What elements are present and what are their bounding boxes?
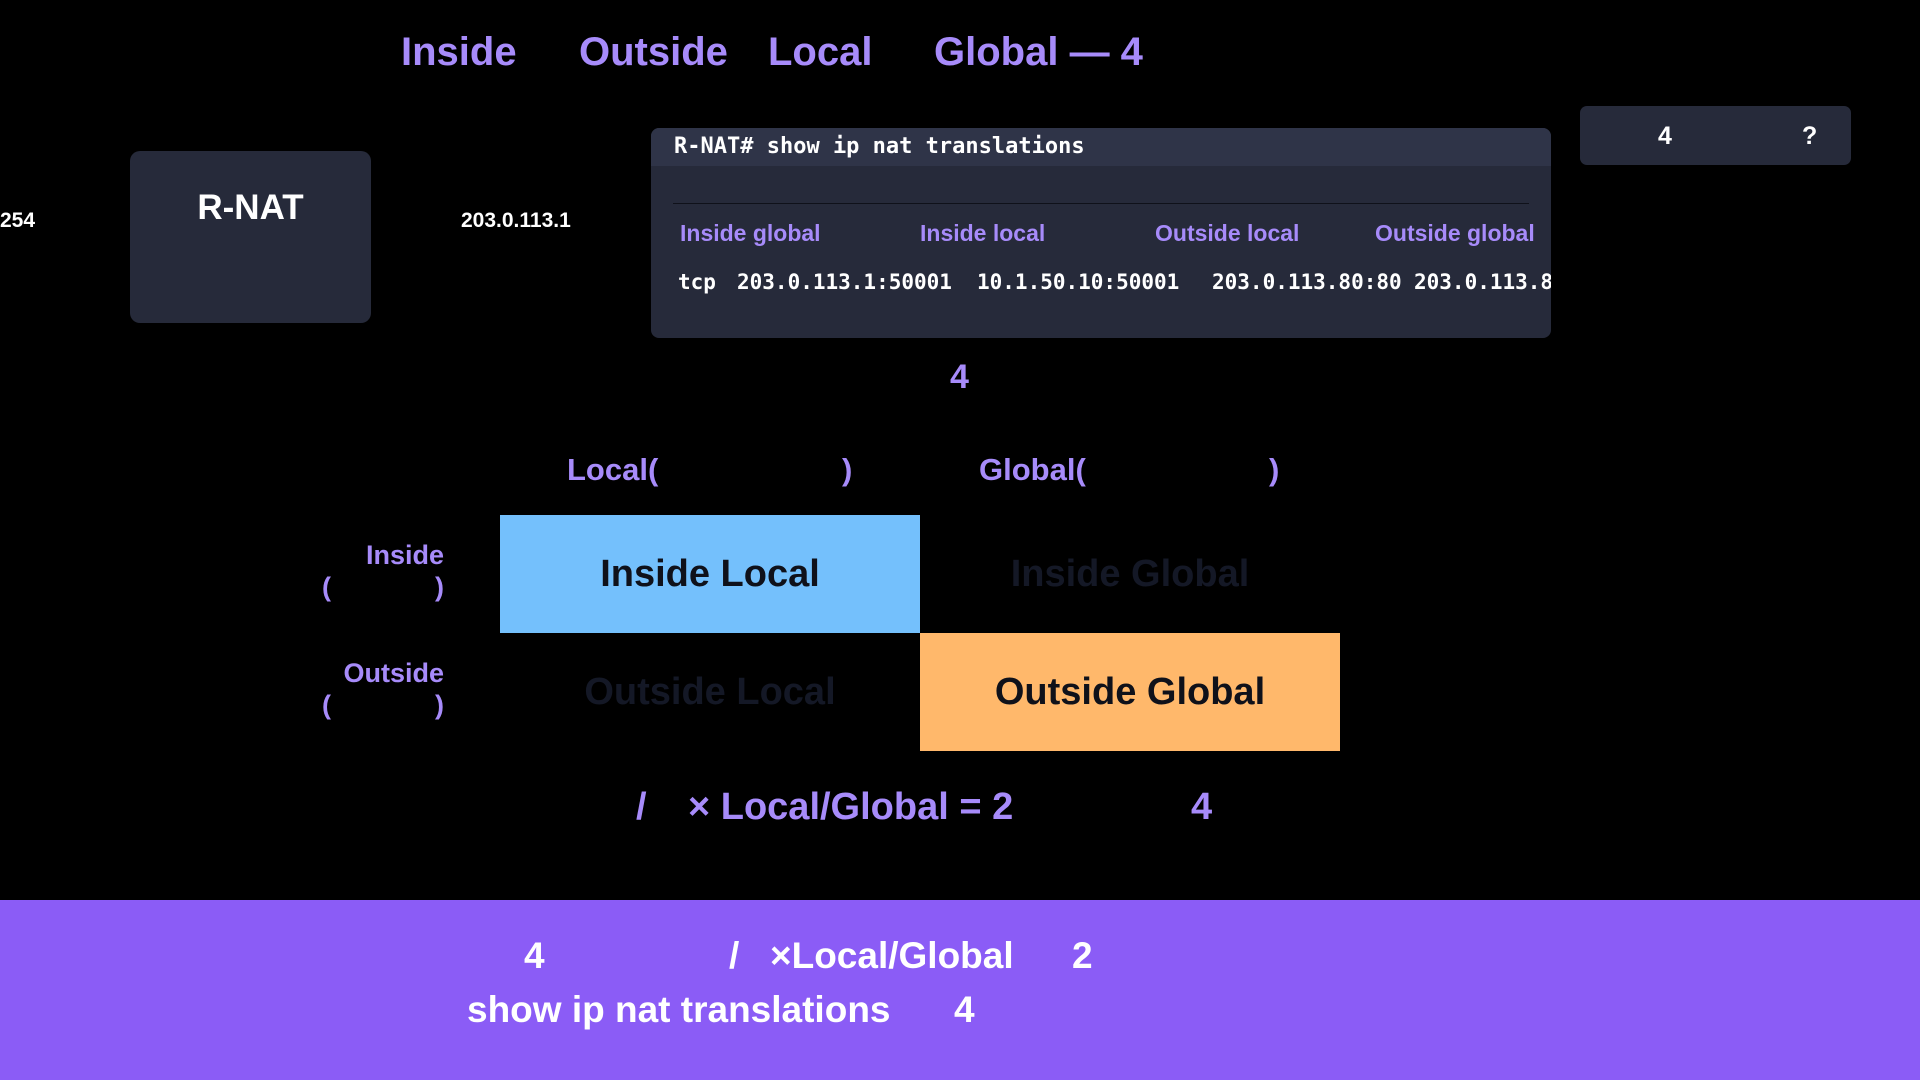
column-header-global-close: ) [1269, 452, 1280, 487]
terminal-panel: R-NAT# show ip nat translations Inside g… [651, 128, 1551, 338]
terminal-val-inside-global: 203.0.113.1:50001 [737, 270, 952, 294]
terminal-divider [673, 203, 1529, 204]
terminal-col-inside-local: Inside local [920, 220, 1046, 246]
footer-line2-count: 4 [954, 989, 975, 1030]
terminal-col-outside-local: Outside local [1155, 220, 1300, 246]
row-header-outside: Outside [343, 658, 444, 688]
question-mark: ? [1802, 122, 1818, 150]
title-word-local: Local [768, 30, 873, 74]
router-ip-label: 203.0.113.1 [461, 209, 571, 232]
column-header-global: Global( [979, 452, 1086, 487]
terminal-val-outside-local: 203.0.113.80:80 [1212, 270, 1402, 294]
cell-inside-local: Inside Local [500, 515, 920, 633]
cell-outside-global: Outside Global [920, 633, 1340, 751]
footer-line1-number: 4 [524, 935, 545, 976]
cell-inside-global: Inside Global [1010, 552, 1250, 595]
formula-expression: × Local/Global = 2 [688, 786, 1014, 828]
question-number: 4 [1658, 122, 1672, 150]
question-box: 4 ? [1580, 106, 1851, 165]
formula-slash: / [636, 786, 647, 828]
terminal-col-inside-global: Inside global [680, 220, 821, 246]
column-header-local-close: ) [842, 452, 853, 487]
cell-outside-local: Outside Local [584, 670, 836, 713]
router-node: R-NAT [130, 151, 371, 323]
column-header-local: Local( [567, 452, 659, 487]
title-word-inside: Inside [401, 30, 517, 74]
row-header-inside-paren-open: ( [322, 572, 331, 602]
terminal-col-outside-global: Outside global [1375, 220, 1535, 246]
footer-line1-slash: / [729, 935, 740, 976]
row-header-inside: Inside [365, 540, 444, 570]
row-header-outside-paren-open: ( [322, 690, 331, 720]
terminal-val-inside-local: 10.1.50.10:50001 [977, 270, 1180, 294]
terminal-val-outside-global: 203.0.113.80:80 [1414, 270, 1551, 294]
formula-result: 4 [1191, 786, 1213, 828]
left-ip-label: 254 [0, 209, 36, 232]
title-word-global: Global — 4 [934, 30, 1143, 74]
footer-banner: 4 / ×Local/Global 2 show ip nat translat… [0, 900, 1920, 1080]
row-header-outside-paren-close: ) [435, 690, 444, 720]
row-header-inside-paren-close: ) [435, 572, 444, 602]
terminal-command: R-NAT# show ip nat translations [651, 128, 1551, 166]
footer-line1-expression: ×Local/Global [770, 935, 1014, 976]
router-name: R-NAT [197, 188, 304, 227]
footer-line1-count: 2 [1072, 935, 1093, 976]
terminal-proto: tcp [678, 270, 716, 294]
count-label: 4 [950, 358, 969, 396]
title-word-outside: Outside [579, 30, 728, 74]
footer-line2-command: show ip nat translations [467, 989, 891, 1030]
